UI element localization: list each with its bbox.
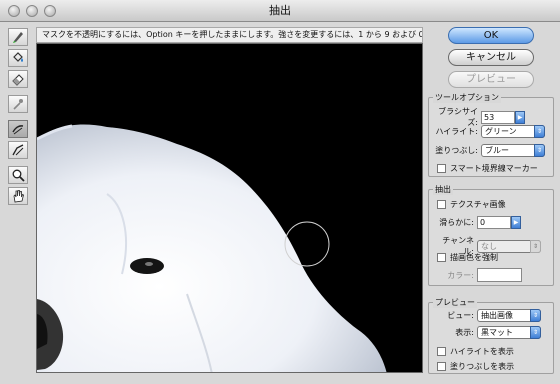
highlight-label: ハイライト: [435, 127, 478, 136]
cancel-button[interactable]: キャンセル [448, 49, 534, 66]
eyedropper-icon [13, 99, 23, 110]
smart-highlight-label: スマート境界線マーカー [450, 164, 538, 173]
fill-value: ブルー [485, 146, 509, 155]
view-value: 抽出画像 [481, 311, 513, 320]
eraser-tool[interactable] [8, 70, 28, 88]
zoom-icon [12, 169, 25, 182]
edge-touchup-tool[interactable] [8, 141, 28, 159]
force-foreground-checkbox[interactable] [437, 253, 446, 262]
show-value: 黒マット [481, 328, 513, 337]
fill-tool[interactable] [8, 49, 28, 67]
show-highlight-checkbox[interactable] [437, 347, 446, 356]
highlight-value: グリーン [485, 127, 517, 136]
show-label: 表示: [455, 328, 474, 337]
fill-dropdown-icon: ⇕ [534, 144, 545, 157]
fill-select[interactable]: ブルー ⇕ [481, 144, 545, 157]
brush-size-slider-button[interactable]: ▶ [515, 110, 525, 124]
eraser-icon [12, 74, 24, 86]
view-select[interactable]: 抽出画像 ⇕ [477, 309, 541, 322]
extraction-title: 抽出 [433, 184, 453, 195]
show-highlight-label: ハイライトを表示 [450, 347, 514, 356]
instruction-hint: マスクを不透明にするには、Option キーを押したままにします。強さを変更する… [36, 27, 423, 43]
tool-palette [8, 28, 30, 208]
dialog-buttons: OK キャンセル プレビュー [428, 27, 554, 93]
preview-button[interactable]: プレビュー [448, 71, 534, 88]
channel-select[interactable]: なし ⇕ [477, 239, 541, 253]
edge-highlighter-icon [13, 32, 23, 43]
textured-image-checkbox[interactable] [437, 200, 446, 209]
brush-size-input[interactable]: 53 [481, 110, 515, 124]
force-foreground-label: 描画色を強制 [450, 253, 498, 262]
view-label: ビュー: [447, 311, 474, 320]
edge-touchup-icon [12, 144, 24, 156]
tool-options-title: ツールオプション [433, 92, 501, 103]
smooth-slider-button[interactable]: ▶ [511, 216, 521, 229]
highlight-dropdown-icon: ⇕ [534, 125, 545, 138]
highlight-select[interactable]: グリーン ⇕ [481, 125, 545, 138]
cleanup-icon [12, 125, 24, 135]
show-fill-label: 塗りつぶしを表示 [450, 362, 515, 371]
smooth-input[interactable]: 0 [477, 216, 511, 229]
textured-image-label: テクスチャ画像 [450, 200, 506, 209]
extracted-dog-image [37, 124, 387, 372]
color-swatch[interactable] [477, 268, 522, 282]
zoom-tool[interactable] [8, 166, 28, 184]
smooth-label: 滑らかに: [439, 218, 474, 227]
eyedropper-tool[interactable] [8, 95, 28, 113]
hand-icon [13, 190, 24, 203]
color-label: カラー: [447, 270, 474, 280]
channel-dropdown-icon: ⇕ [530, 239, 541, 253]
show-dropdown-icon: ⇕ [530, 326, 541, 339]
preview-title: プレビュー [433, 297, 477, 308]
show-select[interactable]: 黒マット ⇕ [477, 326, 541, 339]
fill-icon [13, 52, 23, 62]
hand-tool[interactable] [8, 187, 28, 205]
fill-label: 塗りつぶし: [435, 146, 478, 155]
cleanup-tool[interactable] [8, 120, 28, 138]
window-title: 抽出 [269, 4, 291, 17]
view-dropdown-icon: ⇕ [530, 309, 541, 322]
smart-highlight-checkbox[interactable] [437, 164, 446, 173]
show-fill-checkbox[interactable] [437, 362, 446, 371]
edge-highlighter-tool[interactable] [8, 28, 28, 46]
channel-value: なし [481, 241, 497, 251]
image-canvas[interactable] [36, 43, 423, 373]
preview-group: プレビュー ビュー: 抽出画像 ⇕ 表示: 黒マット ⇕ ハイライトを表示 塗りつぶ… [428, 297, 554, 374]
ok-button[interactable]: OK [448, 27, 534, 44]
extraction-group: 抽出 テクスチャ画像 滑らかに: 0 ▶ チャンネル: なし ⇕ 描画色を強制 カ… [428, 184, 554, 286]
tool-options-group: ツールオプション ブラシサイズ: 53 ▶ ハイライト: グリーン ⇕ 塗りつぶし… [428, 92, 554, 177]
title-bar: 抽出 [0, 0, 560, 22]
